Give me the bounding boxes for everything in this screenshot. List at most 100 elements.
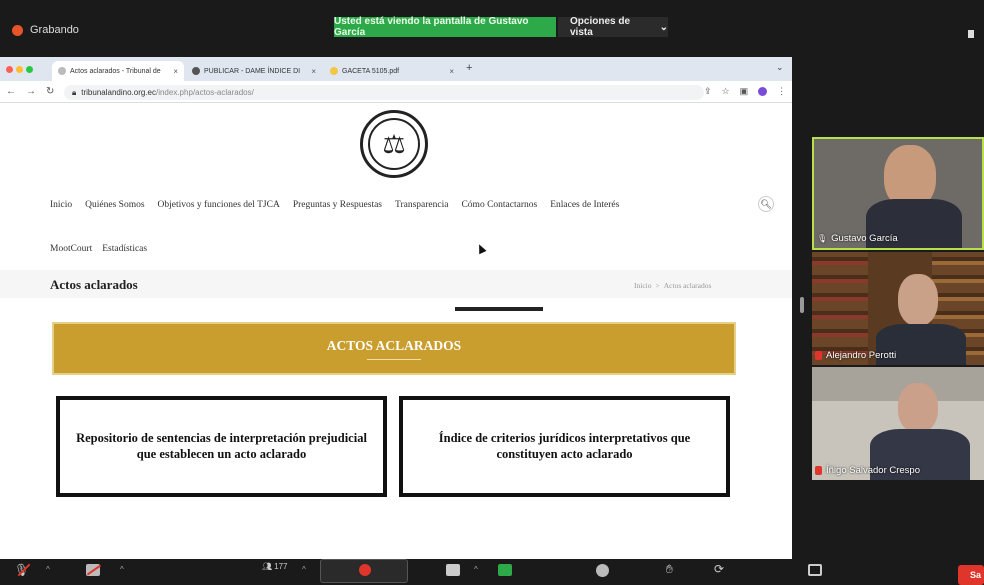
profile-avatar[interactable] [758, 87, 768, 96]
participant-name-label: Alejandro Perotti [815, 350, 896, 361]
secondary-navigation: MootCourt Estadísticas [50, 244, 147, 254]
participant-tile-gustavo-garcia[interactable]: 🎙︎ Gustavo García [812, 137, 984, 250]
view-options-button[interactable]: Opciones de vista ⌄ [558, 16, 668, 38]
meeting-toolbar: 🎙︎ ^ ^ 👥︎ 177 ^ ^ ✋︎ ⟳ [0, 559, 984, 585]
participant-video [898, 274, 938, 326]
microphone-icon: 🎙︎ [817, 234, 828, 243]
back-arrow-icon[interactable]: ← [6, 86, 16, 97]
card-repositorio-sentencias[interactable]: Repositorio de sentencias de interpretac… [56, 396, 387, 497]
main-navigation: Inicio Quiénes Somos Objetivos y funcion… [50, 200, 619, 210]
chevron-down-icon[interactable]: ⌄ [776, 62, 784, 73]
reactions-icon [359, 564, 371, 576]
participants-button[interactable]: 👥︎ 177 [262, 562, 288, 571]
participant-tile-inigo-salvador-crespo[interactable]: Íñigo Salvador Crespo [812, 367, 984, 480]
nav-item-objetivos[interactable]: Objetivos y funciones del TJCA [158, 200, 280, 210]
recording-indicator[interactable]: Grabando [12, 24, 79, 36]
forward-arrow-icon[interactable]: → [26, 86, 36, 97]
nav-item-enlaces[interactable]: Enlaces de Interés [550, 200, 619, 210]
participant-video [898, 383, 938, 433]
browser-tab-publicar[interactable]: PUBLICAR - DAME ÍNDICE DI × [186, 61, 322, 81]
chat-icon[interactable] [446, 564, 460, 576]
close-tab-icon[interactable]: × [449, 67, 454, 76]
browser-tab-gaceta[interactable]: GACETA 5105.pdf × [324, 61, 460, 81]
sidebar-icon[interactable]: ▣ [740, 86, 749, 97]
section-divider [455, 307, 543, 311]
participants-count: 177 [274, 562, 288, 571]
participant-name-label: 🎙︎ Gustavo García [817, 233, 898, 244]
shared-browser-window: Actos aclarados - Tribunal de × PUBLICAR… [0, 57, 792, 559]
tab-favicon [58, 67, 66, 75]
nav-item-transparencia[interactable]: Transparencia [395, 200, 448, 210]
tab-title: GACETA 5105.pdf [342, 67, 400, 75]
more-menu-icon[interactable]: ⋮ [777, 86, 786, 97]
close-window-icon[interactable] [6, 66, 13, 73]
minimize-window-icon[interactable] [16, 66, 23, 73]
lock-icon: 🔒︎ [72, 87, 77, 97]
chevron-up-icon[interactable]: ^ [46, 565, 50, 574]
card-label: Índice de criterios jurídicos interpreta… [438, 430, 691, 461]
scales-of-justice-icon: ⚖ [368, 118, 420, 170]
close-tab-icon[interactable]: × [311, 67, 316, 76]
end-meeting-button[interactable]: Sa [958, 565, 984, 585]
nav-item-quienes-somos[interactable]: Quiénes Somos [85, 200, 144, 210]
share-screen-icon[interactable] [498, 564, 512, 576]
chevron-down-icon: ⌄ [659, 21, 668, 33]
nav-item-mootcourt[interactable]: MootCourt [50, 244, 92, 254]
close-tab-icon[interactable]: × [173, 67, 178, 76]
breadcrumb-home[interactable]: Inicio [634, 281, 652, 290]
tab-title: PUBLICAR - DAME ÍNDICE DI [204, 67, 301, 75]
fullscreen-icon[interactable] [968, 30, 974, 38]
banner-underline [367, 358, 421, 360]
nav-item-inicio[interactable]: Inicio [50, 200, 72, 210]
nav-item-preguntas[interactable]: Preguntas y Respuestas [293, 200, 382, 210]
url-field[interactable]: 🔒︎ tribunalandino.org.ec/index.php/actos… [64, 85, 704, 100]
raise-hand-icon[interactable]: ✋︎ [666, 562, 673, 577]
banner-title: ACTOS ACLARADOS [326, 337, 462, 353]
whiteboard-icon[interactable] [808, 564, 822, 576]
participant-tile-alejandro-perotti[interactable]: Alejandro Perotti [812, 252, 984, 365]
tab-favicon [330, 67, 338, 75]
view-options-label: Opciones de vista [570, 16, 631, 38]
participant-name: Íñigo Salvador Crespo [826, 465, 920, 476]
splitter-handle[interactable] [800, 297, 804, 313]
share-icon[interactable]: ⇪ [704, 86, 712, 97]
address-bar-row: ← → ↻ 🔒︎ tribunalandino.org.ec/index.php… [0, 81, 792, 103]
participant-name: Gustavo García [831, 233, 898, 244]
browser-toolbar-icons: ⇪ ☆ ▣ ⋮ [704, 86, 786, 97]
nav-item-estadisticas[interactable]: Estadísticas [102, 244, 147, 254]
nav-item-contactarnos[interactable]: Cómo Contactarnos [461, 200, 537, 210]
maximize-window-icon[interactable] [26, 66, 33, 73]
apps-icon[interactable]: ⟳ [714, 562, 724, 576]
reload-icon[interactable]: ↻ [46, 86, 54, 97]
screen-share-banner: Usted está viendo la pantalla de Gustavo… [334, 16, 556, 38]
participant-name-label: Íñigo Salvador Crespo [815, 465, 920, 476]
new-tab-icon[interactable]: + [466, 62, 472, 74]
participant-name: Alejandro Perotti [826, 350, 897, 361]
breadcrumb-current: Actos aclarados [663, 281, 712, 290]
tribunal-logo[interactable]: ⚖ [360, 110, 428, 178]
tab-title: Actos aclarados - Tribunal de [70, 67, 161, 75]
bookmark-star-icon[interactable]: ☆ [722, 86, 730, 97]
record-icon [12, 24, 23, 36]
card-indice-criterios[interactable]: Índice de criterios jurídicos interpreta… [399, 396, 730, 497]
reactions-popup[interactable] [320, 559, 408, 583]
url-host: tribunalandino.org.ec [81, 88, 156, 97]
url-path: /index.php/actos-aclarados/ [155, 88, 254, 97]
breadcrumb-separator: > [655, 281, 660, 290]
chevron-up-icon[interactable]: ^ [474, 565, 478, 574]
microphone-muted-icon [815, 351, 822, 360]
actos-aclarados-banner: ACTOS ACLARADOS [52, 322, 736, 375]
search-icon[interactable]: 🔍︎ [758, 196, 774, 212]
web-page: ⚖ Inicio Quiénes Somos Objetivos y funci… [0, 104, 792, 559]
chevron-up-icon[interactable]: ^ [302, 565, 306, 574]
mouse-cursor-icon [475, 242, 487, 255]
recording-label: Grabando [30, 24, 79, 36]
chevron-up-icon[interactable]: ^ [120, 565, 124, 574]
record-icon[interactable] [596, 564, 609, 577]
browser-nav-controls: ← → ↻ [6, 86, 54, 97]
bookshelf-background [812, 252, 868, 365]
page-title: Actos aclarados [50, 277, 138, 292]
microphone-muted-icon [815, 466, 822, 475]
browser-tab-actos-aclarados[interactable]: Actos aclarados - Tribunal de × [52, 61, 184, 81]
tab-favicon [192, 67, 200, 75]
